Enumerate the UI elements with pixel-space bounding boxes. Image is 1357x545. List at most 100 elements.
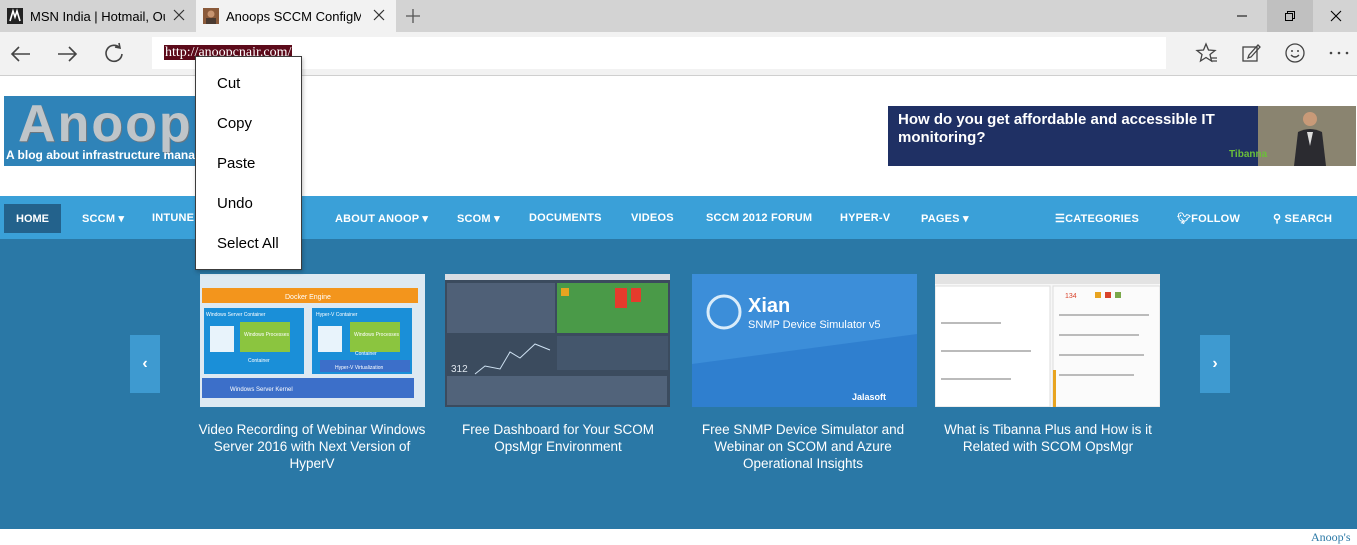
slide-caption-1[interactable]: Video Recording of Webinar Windows Serve… [192,421,432,472]
close-tab-icon[interactable] [172,8,186,22]
thumb-text: Container [355,351,377,357]
menu-item-select-all[interactable]: Select All [217,235,279,252]
twitter-icon: 🐦︎ [1177,213,1192,225]
logo-title: Anoop' [18,96,204,153]
anoop-favicon-icon [203,8,219,24]
slide-caption-3[interactable]: Free SNMP Device Simulator and Webinar o… [683,421,923,472]
featured-slider: ‹ › Docker Engine Windows Server Contain… [0,239,1357,529]
tab-title: Anoops SCCM ConfigMgr [226,8,361,24]
nav-search[interactable]: ⚲ SEARCH [1273,212,1332,225]
caret-down-icon: ▾ [962,213,969,225]
search-icon: ⚲ [1273,213,1282,225]
nav-label: PAGES [921,213,960,225]
msn-favicon-icon [7,8,23,24]
url-input[interactable]: http://anoopcnair.com/ [152,37,1166,69]
tibanna-dashboard-image: 134 [935,274,1160,407]
nav-label: CATEGORIES [1065,213,1139,225]
nav-sccm-2012-forum[interactable]: SCCM 2012 FORUM [706,212,812,224]
thumb-text: Windows Server Container [206,312,266,318]
refresh-icon[interactable] [101,41,127,67]
web-note-icon[interactable] [1239,41,1263,65]
menu-item-undo[interactable]: Undo [217,195,253,212]
restore-button[interactable] [1267,0,1313,32]
back-icon[interactable] [8,41,34,67]
slide-caption-4[interactable]: What is Tibanna Plus and How is it Relat… [928,421,1168,455]
thumb-text: Hyper-V Container [316,312,358,318]
thumb-text: Hyper-V Virtualization [335,365,383,371]
tab-msn[interactable]: MSN India | Hotmail, Outlook [0,0,196,32]
minimize-button[interactable] [1219,0,1265,32]
site-logo[interactable]: Anoop' A blog about infrastructure manag [4,96,204,166]
nav-label: SCCM [82,213,116,225]
close-icon [1330,10,1342,22]
feedback-smiley-icon[interactable] [1283,41,1307,65]
list-icon: ☰ [1055,213,1066,225]
tab-title: MSN India | Hotmail, Outlook [30,8,165,24]
nav-label: HYPER-V [840,212,891,224]
nav-videos[interactable]: VIDEOS [631,212,674,224]
nav-home-label: HOME [16,213,49,225]
caret-down-icon: ▾ [422,213,429,225]
dashboard-image: 312 [445,274,670,407]
svg-text:134: 134 [1065,293,1077,300]
menu-item-paste[interactable]: Paste [217,155,255,172]
xian-simulator-image: Xian SNMP Device Simulator v5 Jalasoft [692,274,917,407]
containers-diagram-image: Docker Engine Windows Server Container H… [200,274,425,407]
new-tab-icon[interactable] [405,8,421,24]
slider-prev-button[interactable]: ‹ [130,335,160,393]
thumb-text: Jalasoft [852,392,886,402]
chevron-left-icon: ‹ [142,355,148,372]
slide-thumbnail-2[interactable]: 312 [445,274,670,407]
thumb-text: Docker Engine [285,294,331,301]
nav-categories[interactable]: ☰CATEGORIES [1055,212,1139,225]
nav-label: SCOM [457,213,491,225]
slide-caption-2[interactable]: Free Dashboard for Your SCOM OpsMgr Envi… [438,421,678,455]
tab-anoops[interactable]: Anoops SCCM ConfigMgr [196,0,396,32]
reading-list-star-icon[interactable] [1194,41,1218,65]
more-icon[interactable] [1327,41,1351,65]
nav-intune[interactable]: INTUNE [152,212,194,224]
nav-label: INTUNE [152,212,195,224]
nav-label: SEARCH [1284,213,1333,225]
chevron-right-icon: › [1212,355,1218,372]
menu-item-copy[interactable]: Copy [217,115,252,132]
slide-thumbnail-1[interactable]: Docker Engine Windows Server Container H… [200,274,425,407]
nav-label: ABOUT ANOOP [335,213,420,225]
nav-follow[interactable]: 🐦︎FOLLOW [1177,212,1240,225]
restore-icon [1285,11,1295,21]
close-window-button[interactable] [1313,0,1357,32]
thumb-text: Container [248,358,270,364]
nav-label: SCCM 2012 FORUM [706,212,813,224]
nav-documents[interactable]: DOCUMENTS [529,212,602,224]
nav-pages[interactable]: PAGES ▾ [921,212,969,225]
minimize-icon [1237,15,1247,17]
footer-text: Anoop's [1311,530,1351,544]
ad-banner[interactable]: How do you get affordable and accessible… [888,106,1356,166]
ad-headline: How do you get affordable and accessible… [898,111,1215,146]
thumb-text: Xian [748,295,790,317]
forward-icon[interactable] [54,41,80,67]
tab-bar: MSN India | Hotmail, Outlook Anoops SCCM… [0,0,1357,32]
nav-hyper-v[interactable]: HYPER-V [840,212,890,224]
nav-sccm[interactable]: SCCM ▾ [82,212,124,225]
ad-person-image [1258,106,1356,166]
slider-next-button[interactable]: › [1200,335,1230,393]
slide-thumbnail-4[interactable]: 134 [935,274,1160,407]
thumb-text: Windows Server Kernel [230,387,293,393]
nav-label: DOCUMENTS [529,212,602,224]
nav-about-anoop[interactable]: ABOUT ANOOP ▾ [335,212,428,225]
thumb-text: Windows Processes [244,332,290,338]
nav-label: VIDEOS [631,212,674,224]
thumb-text: SNMP Device Simulator v5 [748,319,880,331]
caret-down-icon: ▾ [118,213,125,225]
nav-label: FOLLOW [1191,213,1241,225]
svg-text:312: 312 [451,364,468,375]
menu-item-cut[interactable]: Cut [217,75,240,92]
context-menu: Cut Copy Paste Undo Select All [195,56,302,270]
close-tab-icon[interactable] [372,8,386,22]
nav-scom[interactable]: SCOM ▾ [457,212,500,225]
logo-tagline: A blog about infrastructure manag [6,148,203,162]
slide-thumbnail-3[interactable]: Xian SNMP Device Simulator v5 Jalasoft [692,274,917,407]
nav-home[interactable]: HOME [4,204,61,233]
caret-down-icon: ▾ [494,213,500,225]
